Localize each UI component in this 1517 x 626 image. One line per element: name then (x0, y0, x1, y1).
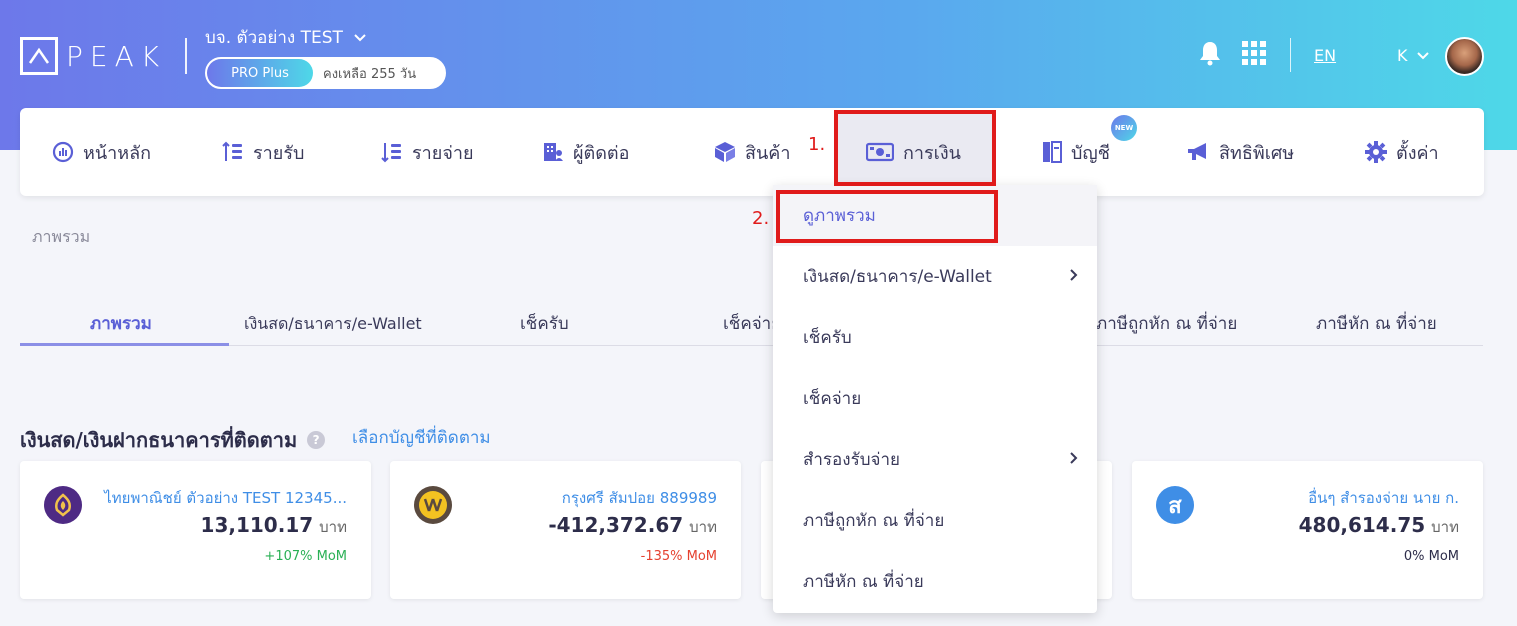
nav-label: รายจ่าย (412, 142, 474, 164)
logo-text: PEAK (66, 39, 167, 73)
account-card[interactable]: ส อื่นๆ สำรองจ่าย นาย ก. 480,614.75 บาท 0… (1132, 461, 1483, 599)
apps-grid-icon[interactable] (1242, 41, 1267, 70)
expense-icon (381, 143, 401, 163)
nav-item-expense[interactable]: รายจ่าย (381, 108, 474, 196)
tab-withholding-received[interactable]: ภาษีถูกหัก ณ ที่จ่าย (1096, 310, 1237, 337)
account-name: อื่นๆ สำรองจ่าย นาย ก. (1308, 489, 1459, 507)
menu-item-cash-bank[interactable]: เงินสด/ธนาคาร/e-Wallet (773, 246, 1097, 307)
logo-mark-icon (20, 37, 58, 75)
user-menu[interactable]: K (1397, 46, 1430, 65)
nav-item-income[interactable]: รายรับ (222, 108, 304, 196)
account-name: ไทยพาณิชย์ ตัวอย่าง TEST 12345... (104, 489, 347, 507)
chevron-right-icon (1070, 269, 1078, 281)
language-switch[interactable]: EN (1314, 46, 1336, 65)
section-title: เงินสด/เงินฝากธนาคารที่ติดตาม ? (20, 424, 326, 456)
account-card[interactable]: ไทยพาณิชย์ ตัวอย่าง TEST 12345... 13,110… (20, 461, 371, 599)
annotation-step1-label: 1. (808, 134, 826, 155)
contacts-icon (544, 143, 563, 161)
box-icon (715, 142, 735, 162)
menu-item-cheque-received[interactable]: เช็ครับ (773, 307, 1097, 368)
company-selector[interactable]: บจ. ตัวอย่าง TEST (205, 24, 367, 51)
company-name: บจ. ตัวอย่าง TEST (205, 28, 343, 48)
peak-logo[interactable]: PEAK (20, 37, 166, 75)
menu-item-cheque-paid[interactable]: เช็คจ่าย (773, 368, 1097, 429)
chevron-down-icon (1416, 51, 1429, 59)
chevron-right-icon (1070, 452, 1078, 464)
menu-item-withholding-received[interactable]: ภาษีถูกหัก ณ ที่จ่าย (773, 490, 1097, 551)
nav-item-products[interactable]: สินค้า (714, 108, 790, 196)
main-navbar: หน้าหลัก รายรับ รายจ่าย ผู้ติดต่อ สินค้า… (20, 108, 1484, 196)
nav-item-dashboard[interactable]: หน้าหลัก (52, 108, 151, 196)
tab-cheque-received[interactable]: เช็ครับ (520, 310, 569, 337)
finance-dropdown-menu: ดูภาพรวม เงินสด/ธนาคาร/e-Wallet เช็ครับ … (773, 185, 1097, 613)
annotation-step2-label: 2. (752, 208, 770, 229)
account-name: กรุงศรี สัมปอย 889989 (561, 489, 717, 507)
mom-change: +107% MoM (264, 549, 347, 564)
tab-overview[interactable]: ภาพรวม (90, 310, 152, 337)
balance-unit: บาท (319, 518, 347, 536)
nav-label: รายรับ (253, 142, 305, 164)
income-icon (222, 141, 242, 161)
nav-label: สิทธิพิเศษ (1219, 142, 1295, 164)
header-divider (1290, 38, 1291, 72)
nav-label: ตั้งค่า (1396, 142, 1439, 164)
avatar[interactable] (1445, 37, 1484, 76)
other-logo-icon: ส (1156, 486, 1194, 524)
account-balance: 480,614.75 บาท (1299, 513, 1459, 539)
balance-value: 13,110.17 (200, 513, 314, 537)
nav-item-privileges[interactable]: สิทธิพิเศษ (1186, 108, 1294, 196)
nav-label: สินค้า (745, 142, 791, 164)
plan-badge: PRO Plus (207, 59, 313, 87)
menu-item-withholding-paid[interactable]: ภาษีหัก ณ ที่จ่าย (773, 551, 1097, 612)
balance-unit: บาท (689, 518, 717, 536)
balance-value: 480,614.75 (1298, 513, 1426, 537)
megaphone-icon (1188, 143, 1206, 160)
mom-change: 0% MoM (1403, 549, 1459, 564)
krungsri-logo-icon (414, 486, 452, 524)
nav-item-accounting[interactable]: บัญชี (1042, 108, 1110, 196)
nav-label: หน้าหลัก (83, 142, 152, 164)
annotation-box-step2 (776, 190, 998, 243)
account-card[interactable]: กรุงศรี สัมปอย 889989 -412,372.67 บาท -13… (390, 461, 741, 599)
section-title-text: เงินสด/เงินฝากธนาคารที่ติดตาม (20, 428, 298, 452)
mom-change: -135% MoM (640, 549, 717, 564)
new-badge: NEW (1111, 115, 1137, 141)
user-initial: K (1397, 46, 1408, 65)
help-icon[interactable]: ? (307, 431, 326, 449)
menu-item-label: เงินสด/ธนาคาร/e-Wallet (803, 267, 992, 287)
account-balance: -412,372.67 บาท (548, 513, 717, 539)
tab-withholding-paid[interactable]: ภาษีหัก ณ ที่จ่าย (1316, 310, 1437, 337)
nav-label: ผู้ติดต่อ (573, 142, 630, 164)
breadcrumb: ภาพรวม (32, 227, 91, 246)
bell-icon[interactable] (1198, 40, 1222, 70)
ledger-icon (1043, 141, 1062, 163)
gear-icon (1365, 141, 1387, 163)
plan-pill[interactable]: PRO Plus คงเหลือ 255 วัน (205, 57, 446, 89)
balance-unit: บาท (1431, 518, 1459, 536)
logo-divider (185, 38, 187, 74)
menu-item-petty-cash[interactable]: สำรองรับจ่าย (773, 429, 1097, 490)
dashboard-icon (52, 141, 74, 163)
chevron-down-icon (354, 33, 366, 41)
plan-remaining-days: คงเหลือ 255 วัน (323, 66, 417, 82)
account-balance: 13,110.17 บาท (201, 513, 347, 539)
balance-value: -412,372.67 (548, 513, 684, 537)
nav-label: บัญชี (1071, 142, 1110, 164)
choose-accounts-link[interactable]: เลือกบัญชีที่ติดตาม (352, 424, 491, 451)
annotation-box-step1 (834, 110, 996, 186)
tab-cash-bank[interactable]: เงินสด/ธนาคาร/e-Wallet (244, 312, 422, 337)
active-tab-underline (20, 343, 229, 346)
menu-item-label: สำรองรับจ่าย (803, 450, 900, 470)
nav-item-settings[interactable]: ตั้งค่า (1365, 108, 1439, 196)
nav-item-contacts[interactable]: ผู้ติดต่อ (542, 108, 629, 196)
scb-logo-icon (44, 486, 82, 524)
finance-tabs: ภาพรวม เงินสด/ธนาคาร/e-Wallet เช็ครับ เช… (20, 300, 1483, 346)
